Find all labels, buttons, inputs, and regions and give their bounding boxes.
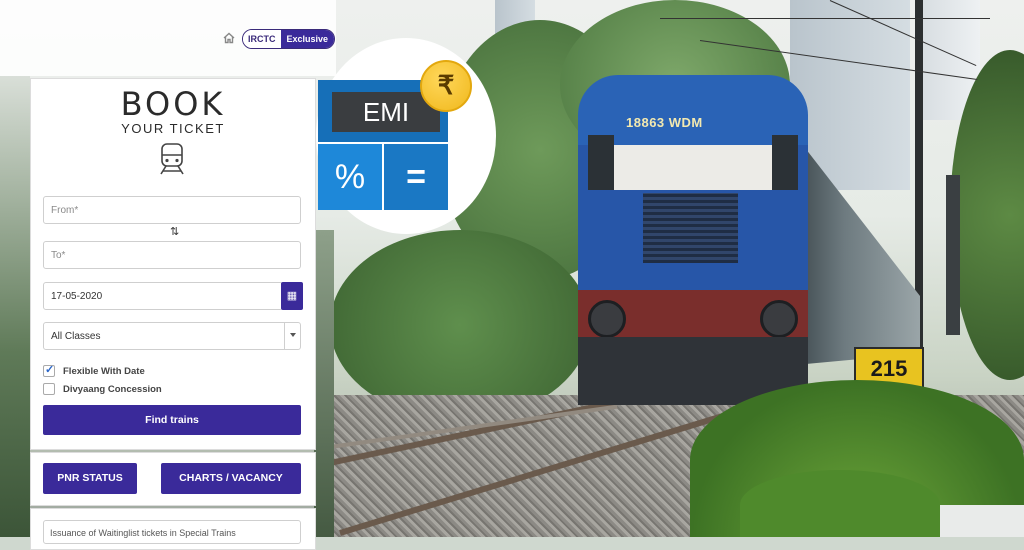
calendar-icon[interactable]: ▦ — [281, 282, 303, 310]
flexible-date-checkbox[interactable] — [43, 363, 55, 377]
photo-gap — [314, 230, 334, 537]
locomotive: 18863 WDM — [578, 75, 808, 405]
class-select[interactable]: All Classes — [43, 322, 301, 350]
equals-key: = — [384, 144, 448, 210]
irctc-label: IRCTC — [243, 30, 281, 48]
divyaang-label: Divyaang Concession — [63, 383, 162, 395]
exclusive-label: Exclusive — [280, 30, 335, 48]
book-title: BOOK — [120, 85, 226, 123]
from-station-input[interactable]: From* — [43, 196, 301, 224]
booking-form: BOOK YOUR TICKET From* ⇅ To* 17-05-2020 … — [30, 78, 316, 450]
percent-key: % — [318, 144, 382, 210]
flexible-date-label: Flexible With Date — [63, 365, 145, 377]
pnr-status-button[interactable]: PNR STATUS — [43, 463, 137, 494]
flexible-date-option[interactable]: Flexible With Date — [43, 363, 145, 378]
charts-vacancy-button[interactable]: CHARTS / VACANCY — [161, 463, 301, 494]
rupee-coin-icon: ₹ — [420, 60, 472, 112]
irctc-exclusive-badge: IRCTC Exclusive — [242, 29, 336, 49]
swap-stations-icon[interactable]: ⇅ — [170, 225, 179, 238]
train-icon — [160, 143, 184, 175]
to-station-input[interactable]: To* — [43, 241, 301, 269]
chevron-down-icon[interactable] — [284, 322, 301, 350]
locomotive-number: 18863 WDM — [626, 115, 703, 130]
notice-panel: Issuance of Waitinglist tickets in Speci… — [30, 508, 316, 550]
quick-links-panel: PNR STATUS CHARTS / VACANCY — [30, 452, 316, 506]
book-subtitle: YOUR TICKET — [121, 121, 225, 136]
journey-date-input[interactable]: 17-05-2020 — [43, 282, 283, 310]
find-trains-button[interactable]: Find trains — [43, 405, 301, 435]
home-icon[interactable] — [223, 32, 235, 44]
divyaang-checkbox[interactable] — [43, 383, 55, 395]
notice-link[interactable]: Issuance of Waitinglist tickets in Speci… — [43, 520, 301, 544]
left-photo-edge — [0, 76, 30, 537]
divyaang-option[interactable]: Divyaang Concession — [43, 382, 162, 396]
site-header: IRCTC Exclusive — [0, 0, 336, 76]
